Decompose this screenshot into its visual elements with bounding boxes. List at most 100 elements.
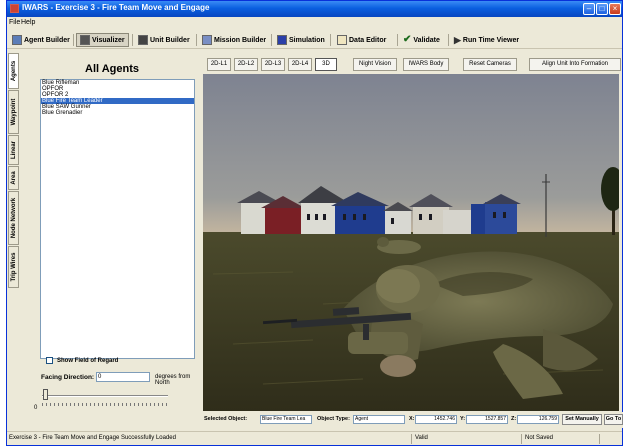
unit-builder-button[interactable]: Unit Builder <box>135 33 193 47</box>
tab-2d-l3[interactable]: 2D-L3 <box>261 58 285 71</box>
menu-file[interactable]: File <box>9 19 20 26</box>
simulation-icon <box>277 35 287 45</box>
z-label: Z: <box>511 416 517 422</box>
validate-label: Validate <box>413 36 440 44</box>
facing-slider-track[interactable] <box>42 395 168 397</box>
reset-cameras-button[interactable]: Reset Cameras <box>463 58 517 71</box>
night-vision-button[interactable]: Night Vision <box>353 58 397 71</box>
unit-builder-label: Unit Builder <box>150 36 190 44</box>
tab-3d[interactable]: 3D <box>315 58 337 71</box>
align-unit-button[interactable]: Align Unit Into Formation <box>529 58 621 71</box>
menu-bar: File Help <box>7 18 622 29</box>
selected-object-field[interactable]: Blue Fire Team Lea <box>260 415 312 424</box>
run-time-viewer-icon: ▶ <box>454 35 461 45</box>
3d-viewport[interactable] <box>203 74 619 411</box>
tab-linear-label: Linear <box>10 140 17 160</box>
mission-builder-button[interactable]: Mission Builder <box>199 33 269 47</box>
window-title: IWARS - Exercise 3 - Fire Team Move and … <box>22 3 210 12</box>
facing-direction-input[interactable]: 0 <box>96 372 150 382</box>
toolbar-separator <box>397 34 398 46</box>
visualizer-label: Visualizer <box>92 36 125 44</box>
run-time-viewer-label: Run Time Viewer <box>462 36 520 44</box>
tab-node-network-label: Node Network <box>10 197 17 239</box>
mission-builder-icon <box>202 35 212 45</box>
tab-area[interactable]: Area <box>8 166 19 190</box>
facing-direction-label: Facing Direction: <box>41 374 95 381</box>
status-divider <box>411 434 412 444</box>
tab-2d-l2[interactable]: 2D-L2 <box>234 58 258 71</box>
toolbar: Agent Builder Visualizer Unit Builder Mi… <box>7 31 622 49</box>
toolbar-separator <box>73 34 74 46</box>
agent-builder-button[interactable]: Agent Builder <box>9 33 73 47</box>
validate-button[interactable]: ✔ Validate <box>400 33 443 47</box>
unit-builder-icon <box>138 35 148 45</box>
facing-slider-thumb[interactable] <box>43 389 48 400</box>
mission-builder-label: Mission Builder <box>214 36 267 44</box>
list-item[interactable]: Blue Grenadier <box>41 110 194 116</box>
simulation-label: Simulation <box>289 36 325 44</box>
agent-list[interactable]: Blue Rifleman OPFOR OPFOR 2 Blue Fire Te… <box>40 79 195 359</box>
status-saved: Not Saved <box>525 435 554 441</box>
tab-2d-l1[interactable]: 2D-L1 <box>207 58 231 71</box>
show-fov-checkbox[interactable]: Show Field of Regard <box>46 357 118 364</box>
status-message: Exercise 3 - Fire Team Move and Engage S… <box>9 435 176 441</box>
object-info-bar: Selected Object: Blue Fire Team Lea Obje… <box>203 412 623 428</box>
status-divider <box>521 434 522 444</box>
tab-trip-wires[interactable]: Trip Wires <box>8 246 19 288</box>
visualizer-icon <box>80 35 90 45</box>
tab-node-network[interactable]: Node Network <box>8 191 19 245</box>
tab-linear[interactable]: Linear <box>8 135 19 165</box>
checkmark-icon: ✔ <box>403 34 412 45</box>
run-time-viewer-button[interactable]: ▶ Run Time Viewer <box>451 33 522 47</box>
x-label: X: <box>409 416 415 422</box>
close-button[interactable]: × <box>609 3 621 15</box>
side-tab-strip: Agents Waypoint Linear Area Node Network… <box>7 51 20 429</box>
agent-builder-icon <box>12 35 22 45</box>
visualizer-button[interactable]: Visualizer <box>76 33 129 47</box>
tab-2d-l4[interactable]: 2D-L4 <box>288 58 312 71</box>
object-type-label: Object Type: <box>317 416 350 422</box>
iwars-body-button[interactable]: IWARS Body <box>403 58 449 71</box>
status-valid: Valid <box>415 435 428 441</box>
3d-scene <box>203 74 619 411</box>
toolbar-separator <box>448 34 449 46</box>
tab-waypoint-label: Waypoint <box>10 98 17 126</box>
title-bar[interactable]: IWARS - Exercise 3 - Fire Team Move and … <box>7 1 622 17</box>
tab-trip-wires-label: Trip Wires <box>10 252 17 282</box>
simulation-button[interactable]: Simulation <box>274 33 328 47</box>
x-coordinate-field[interactable]: 1452.746 <box>415 415 457 424</box>
z-coordinate-field[interactable]: 126.759 <box>517 415 559 424</box>
agents-panel: All Agents Blue Rifleman OPFOR OPFOR 2 B… <box>21 51 214 429</box>
tab-agents-label: Agents <box>10 60 17 82</box>
set-manually-button[interactable]: Set Manually <box>562 414 602 425</box>
main-window: IWARS - Exercise 3 - Fire Team Move and … <box>6 0 623 446</box>
y-coordinate-field[interactable]: 1527.857 <box>466 415 508 424</box>
status-divider <box>599 434 600 444</box>
tab-agents[interactable]: Agents <box>8 53 19 89</box>
tab-waypoint[interactable]: Waypoint <box>8 90 19 134</box>
data-editor-button[interactable]: Data Editor <box>334 33 389 47</box>
tab-area-label: Area <box>10 171 17 185</box>
toolbar-separator <box>132 34 133 46</box>
slider-ticks <box>42 403 168 406</box>
data-editor-icon <box>337 35 347 45</box>
toolbar-separator <box>330 34 331 46</box>
toolbar-separator <box>196 34 197 46</box>
object-type-field[interactable]: Agent <box>353 415 405 424</box>
checkbox-box[interactable] <box>46 357 53 364</box>
slider-min-label: 0 <box>34 405 38 411</box>
data-editor-label: Data Editor <box>349 36 387 44</box>
toolbar-separator <box>271 34 272 46</box>
status-bar: Exercise 3 - Fire Team Move and Engage S… <box>7 431 622 445</box>
view-tab-bar: 2D-L1 2D-L2 2D-L3 2D-L4 3D Night Vision … <box>203 58 623 73</box>
menu-help[interactable]: Help <box>21 19 35 26</box>
panel-title: All Agents <box>85 63 139 75</box>
y-label: Y: <box>460 416 466 422</box>
minimize-button[interactable]: – <box>583 3 595 15</box>
app-icon <box>10 4 19 13</box>
show-fov-label: Show Field of Regard <box>57 357 119 364</box>
maximize-button[interactable]: □ <box>596 3 608 15</box>
selected-object-label: Selected Object: <box>204 416 248 422</box>
go-to-button[interactable]: Go To <box>604 414 623 425</box>
facing-unit-label: degrees from North <box>155 374 191 386</box>
